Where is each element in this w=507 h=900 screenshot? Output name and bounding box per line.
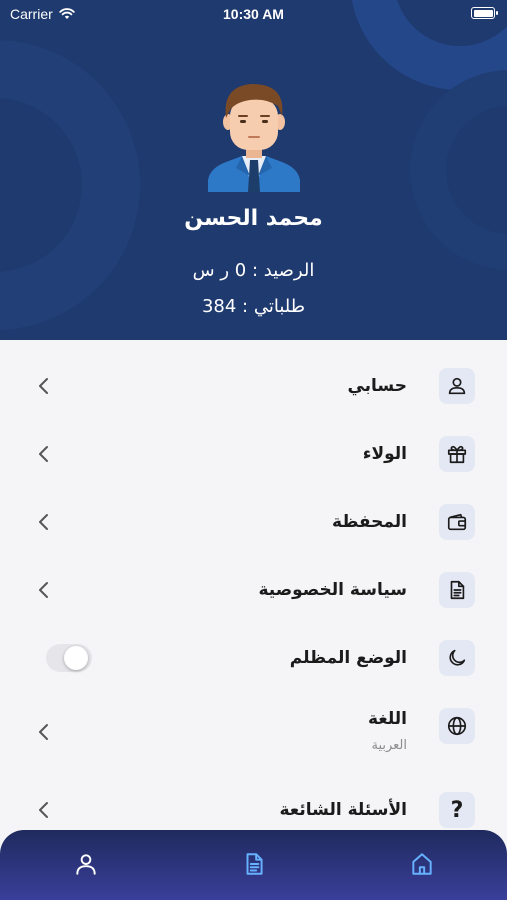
chevron-left-icon: [39, 514, 48, 530]
menu-label: حسابي: [347, 376, 407, 396]
menu-label: اللغة: [367, 709, 407, 729]
balance-text: الرصيد : 0 ر س: [192, 260, 315, 281]
menu-item-account[interactable]: حسابي: [0, 352, 507, 420]
chevron-left-icon: [39, 378, 48, 394]
chevron-left-icon: [39, 446, 48, 462]
status-time: 10:30 AM: [223, 6, 284, 22]
globe-icon: [439, 708, 475, 744]
bottom-tab-bar: [0, 830, 507, 900]
orders-tab-icon: [246, 853, 263, 875]
user-name: محمد الحسن: [184, 206, 323, 231]
question-icon: ?: [439, 792, 475, 828]
tab-orders[interactable]: [238, 848, 270, 880]
menu-item-language[interactable]: اللغة العربية: [0, 692, 507, 772]
menu-item-wallet[interactable]: المحفظة: [0, 488, 507, 556]
profile-tab-icon: [76, 854, 96, 875]
gift-icon: [439, 436, 475, 472]
tab-home[interactable]: [406, 848, 438, 880]
document-icon: [439, 572, 475, 608]
menu-item-dark-mode: الوضع المظلم: [0, 624, 507, 692]
home-tab-icon: [412, 853, 432, 875]
moon-icon: [439, 640, 475, 676]
battery-icon: [471, 7, 498, 19]
tab-profile[interactable]: [70, 848, 102, 880]
decor-ring: [0, 40, 140, 330]
wallet-icon: [439, 504, 475, 540]
chevron-left-icon: [39, 582, 48, 598]
orders-count-text: طلباتي : 384: [201, 296, 306, 317]
menu-label: المحفظة: [332, 512, 407, 532]
menu-item-loyalty[interactable]: الولاء: [0, 420, 507, 488]
menu-label: الوضع المظلم: [289, 648, 407, 668]
menu-label: سياسة الخصوصية: [258, 580, 407, 600]
user-icon: [439, 368, 475, 404]
chevron-left-icon: [39, 724, 48, 740]
avatar: [208, 84, 300, 192]
menu-item-privacy-policy[interactable]: سياسة الخصوصية: [0, 556, 507, 624]
menu-label: الأسئلة الشائعة: [279, 800, 408, 820]
status-bar: Carrier 10:30 AM: [0, 0, 507, 28]
dark-mode-toggle[interactable]: [46, 644, 92, 672]
profile-header: Carrier 10:30 AM محمد الحسن الرصيد: 0 ر…: [0, 0, 507, 340]
decor-ring: [410, 70, 507, 270]
toggle-knob: [64, 646, 88, 670]
language-value: العربية: [371, 738, 407, 753]
chevron-left-icon: [39, 802, 48, 818]
menu-label: الولاء: [362, 444, 407, 464]
